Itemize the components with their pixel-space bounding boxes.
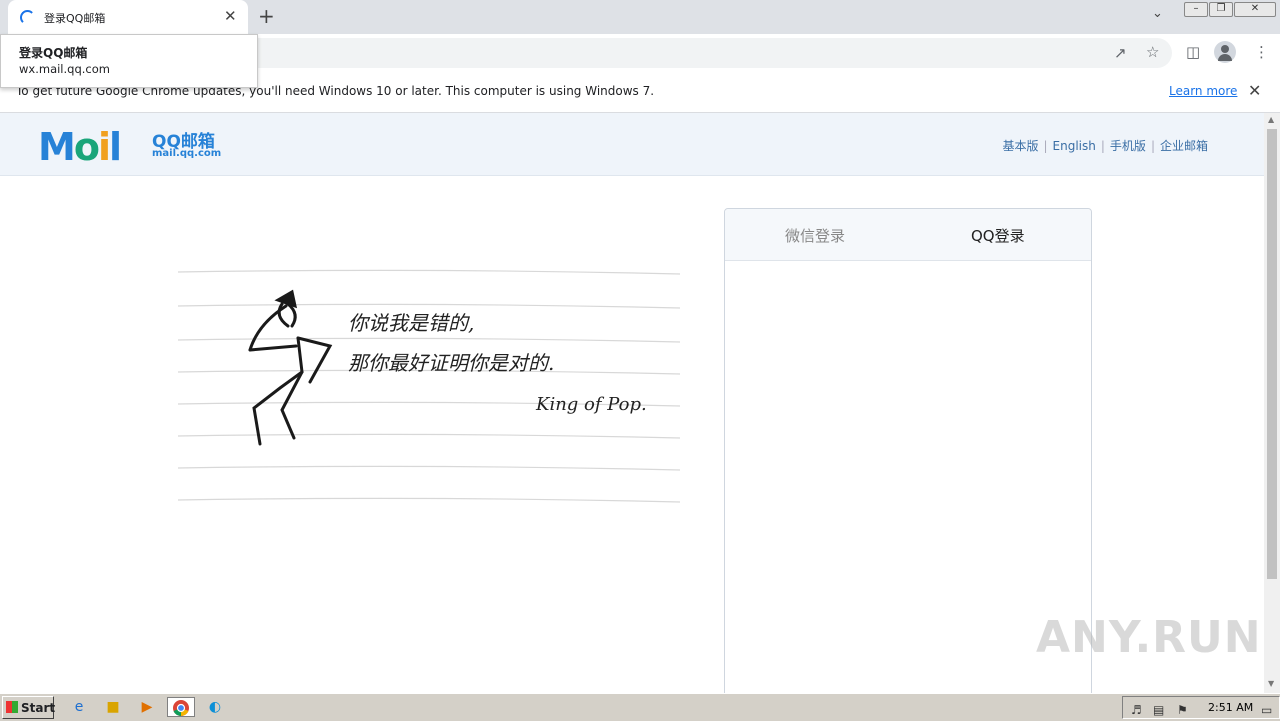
anyrun-watermark: ANY.RUN <box>1036 612 1262 663</box>
page-scrollbar[interactable]: ▲ ▼ <box>1264 113 1280 693</box>
tab-hover-card: 登录QQ邮箱 wx.mail.qq.com <box>0 34 258 88</box>
edge-icon[interactable]: ◐ <box>204 697 226 717</box>
taskbar-clock[interactable]: 2:51 AM <box>1208 701 1253 714</box>
chrome-taskbar-icon[interactable] <box>167 697 195 717</box>
quote-line-2: 那你最好证明你是对的. <box>348 351 554 375</box>
start-label: Start <box>21 701 56 715</box>
system-tray: ♬ ▤ ⚑ ▭ <box>1122 696 1280 719</box>
tab-title: 登录QQ邮箱 <box>44 12 106 25</box>
windows-logo-icon <box>6 701 18 713</box>
tab-wechat-login[interactable]: 微信登录 <box>785 225 845 246</box>
quote-signature: King of Pop. <box>535 394 647 415</box>
close-window-button[interactable]: ✕ <box>1234 2 1276 17</box>
windows-taskbar: Start e ■ ▶ ◐ ♬ ▤ ⚑ ▭ 2:51 AM <box>0 693 1280 721</box>
link-mobile-version[interactable]: 手机版 <box>1110 139 1146 153</box>
scroll-down-icon[interactable]: ▼ <box>1268 679 1274 688</box>
header-links: 基本版 | English | 手机版 | 企业邮箱 <box>1002 139 1208 153</box>
avatar-head <box>1221 45 1229 53</box>
login-tabs: 微信登录 QQ登录 <box>725 209 1091 261</box>
page-header: Moil QQ邮箱 mail.qq.com 基本版 | English | 手机版 | 企业… <box>0 113 1264 176</box>
media-player-icon[interactable]: ▶ <box>136 697 158 717</box>
address-bar[interactable]: ↗ ☆ <box>100 38 1172 68</box>
link-enterprise-mail[interactable]: 企业邮箱 <box>1160 139 1208 153</box>
tab-search-chevron-icon[interactable]: ⌄ <box>1152 6 1163 21</box>
tab-strip: 登录QQ邮箱 ✕ + ⌄ – ❐ ✕ <box>0 0 1280 34</box>
tab-close-icon[interactable]: ✕ <box>224 7 237 25</box>
minimize-button[interactable]: – <box>1184 2 1208 17</box>
restore-button[interactable]: ❐ <box>1209 2 1233 17</box>
browser-tab-active[interactable]: 登录QQ邮箱 ✕ <box>8 0 248 34</box>
hover-card-url: wx.mail.qq.com <box>19 62 110 76</box>
tab-qq-login[interactable]: QQ登录 <box>971 225 1025 246</box>
loading-spinner-icon <box>20 10 35 25</box>
profile-avatar-icon[interactable] <box>1214 41 1236 63</box>
avatar-body <box>1218 54 1232 61</box>
quote-line-1: 你说我是错的, <box>348 311 474 335</box>
volume-icon[interactable]: ♬ <box>1131 703 1142 717</box>
king-of-pop-illustration: 你说我是错的, 那你最好证明你是对的. King of Pop. <box>177 269 681 503</box>
share-icon[interactable]: ↗ <box>1114 44 1127 62</box>
ie-icon[interactable]: e <box>68 697 90 717</box>
scrollbar-thumb[interactable] <box>1267 129 1277 579</box>
infobar-close-icon[interactable]: ✕ <box>1248 81 1261 100</box>
bookmark-star-icon[interactable]: ☆ <box>1146 43 1159 61</box>
link-basic-version[interactable]: 基本版 <box>1002 139 1038 153</box>
logo-domain: mail.qq.com <box>152 148 222 159</box>
start-button[interactable]: Start <box>2 696 56 719</box>
scroll-up-icon[interactable]: ▲ <box>1268 115 1274 124</box>
side-panel-icon[interactable]: ◫ <box>1186 43 1200 61</box>
link-english[interactable]: English <box>1053 139 1096 153</box>
action-center-flag-icon[interactable]: ⚑ <box>1177 703 1188 717</box>
hover-card-title: 登录QQ邮箱 <box>19 46 88 60</box>
menu-kebab-icon[interactable]: ⋮ <box>1254 43 1269 61</box>
mail-logo-graphic[interactable]: Moil <box>38 125 122 169</box>
dancer-figure <box>248 289 333 446</box>
learn-more-link[interactable]: Learn more <box>1169 84 1237 98</box>
explorer-folder-icon[interactable]: ■ <box>102 697 124 717</box>
network-icon[interactable]: ▤ <box>1153 703 1164 717</box>
new-tab-button[interactable]: + <box>258 4 275 28</box>
show-desktop-icon[interactable]: ▭ <box>1261 703 1272 717</box>
notebook-lines <box>177 269 681 503</box>
